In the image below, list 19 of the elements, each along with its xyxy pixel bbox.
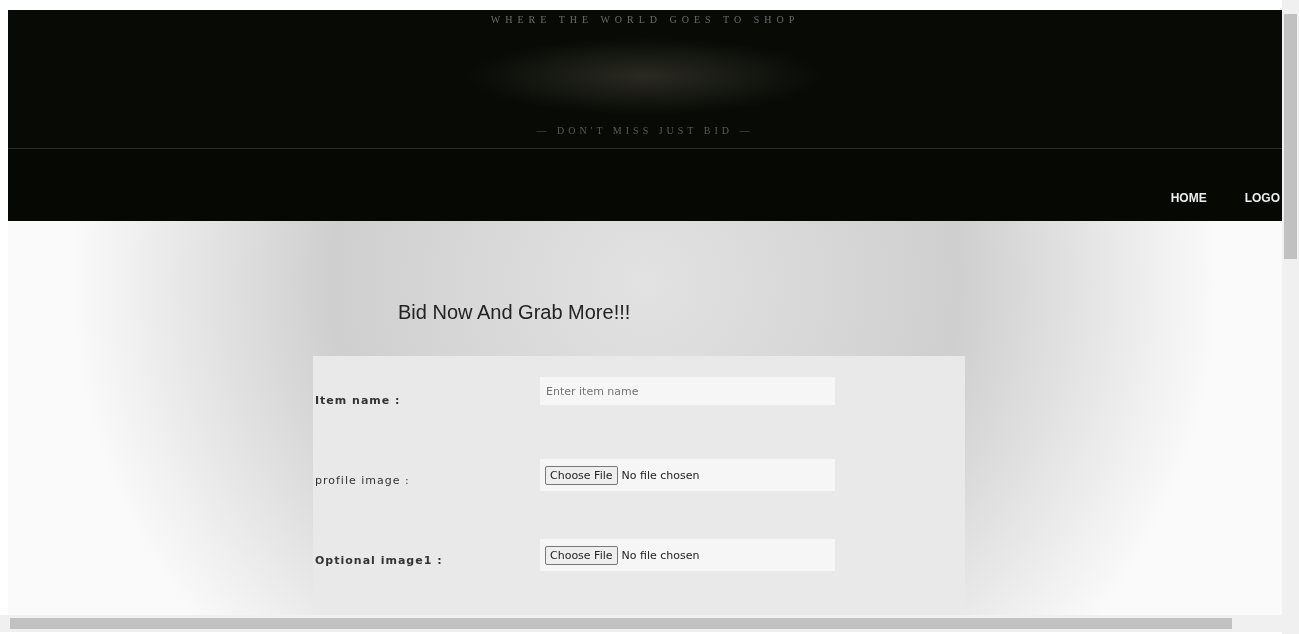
scrollbar-thumb[interactable]	[1284, 14, 1297, 259]
nav-link[interactable]: LOGO	[1244, 191, 1280, 205]
scrollbar-thumb[interactable]	[10, 618, 1232, 629]
nav-link[interactable]: HOME	[1170, 191, 1207, 205]
banner-tagline: WHERE THE WORLD GOES TO SHOP	[490, 14, 800, 25]
file-status: No file chosen	[621, 468, 700, 482]
page-heading: Bid Now And Grab More!!!	[398, 301, 632, 324]
choose-file-button[interactable]: Choose File	[545, 465, 618, 485]
choose-file-button[interactable]: Choose File	[545, 545, 618, 565]
file-field[interactable]: Choose File No file chosen	[540, 539, 835, 571]
field-label: Optional image1 :	[314, 553, 444, 567]
field-label: Item name :	[314, 393, 402, 407]
banner-slogan: — DON'T MISS JUST BID —	[536, 125, 754, 136]
vertical-scrollbar[interactable]	[1282, 0, 1299, 634]
field-label: profile image :	[314, 473, 411, 487]
horizontal-scrollbar[interactable]	[0, 615, 1282, 632]
file-field[interactable]: Choose File No file chosen	[540, 459, 835, 491]
item-name-field[interactable]: Enter item name	[540, 377, 835, 405]
file-status: No file chosen	[621, 548, 700, 562]
